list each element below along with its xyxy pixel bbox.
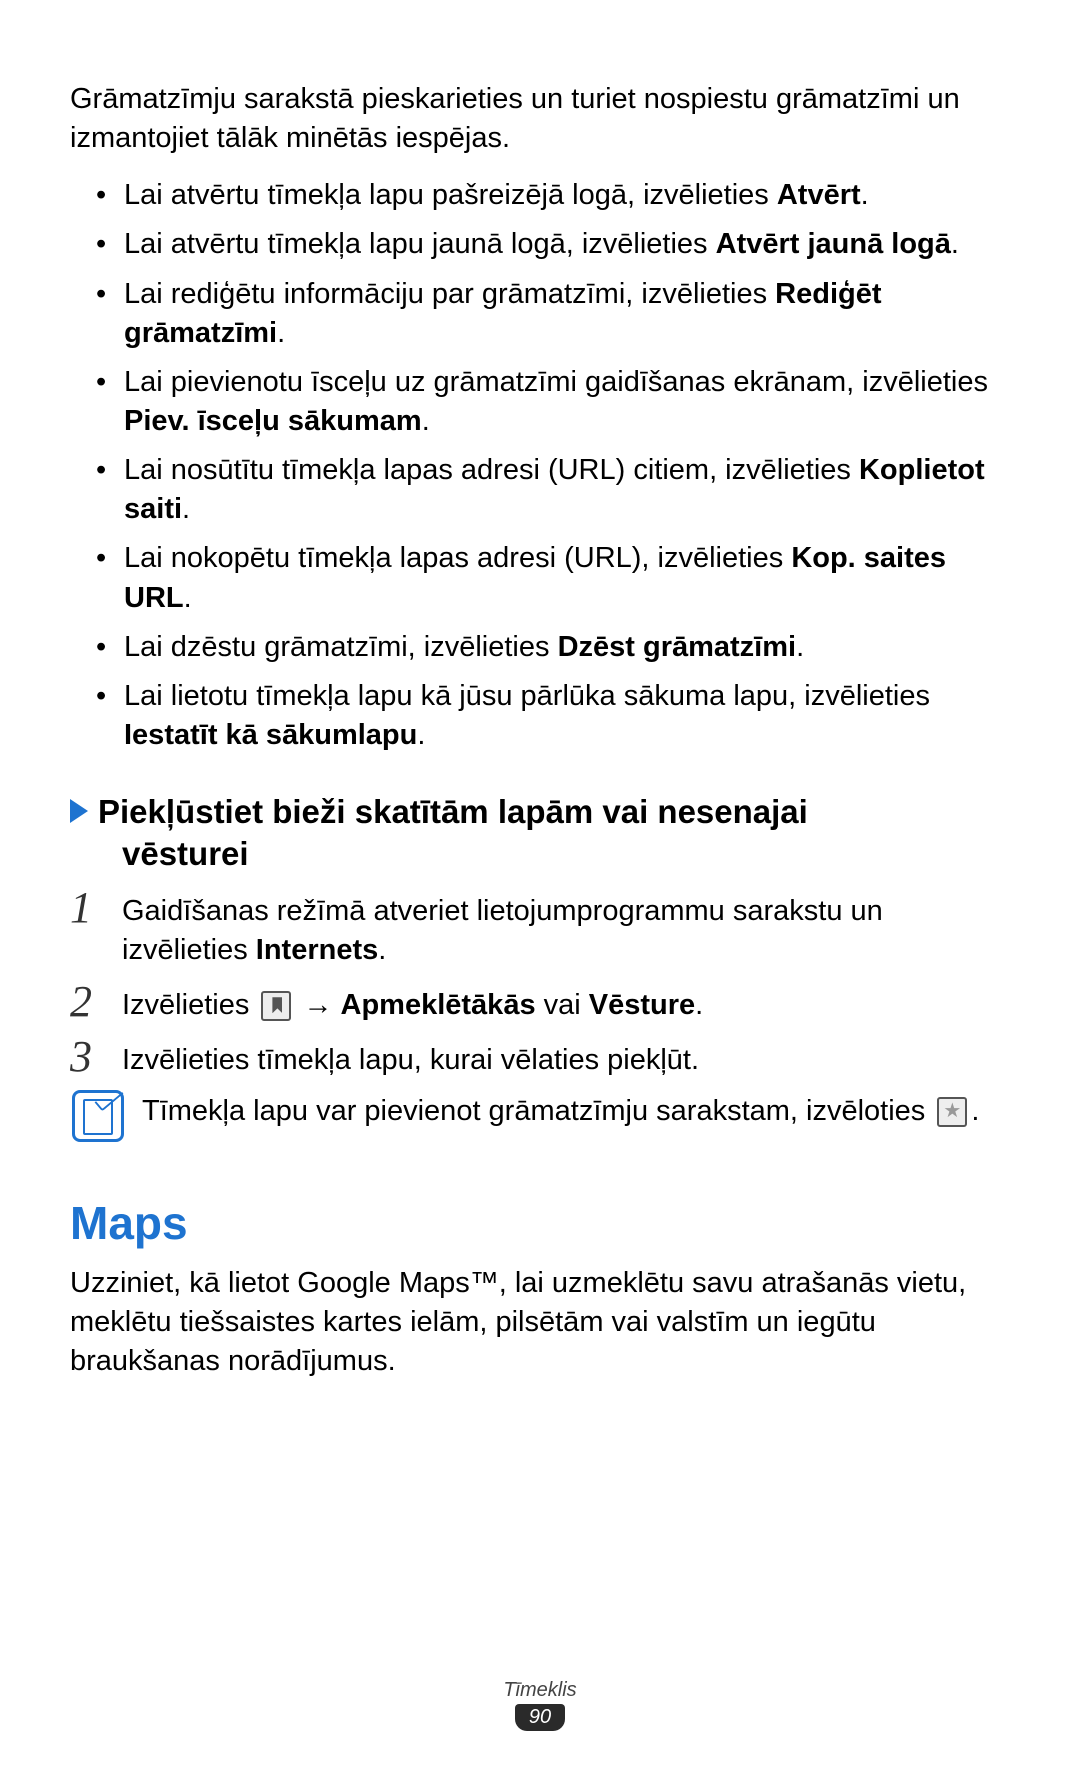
step-text: Gaidīšanas režīmā atveriet lietojumprogr… — [122, 886, 1010, 970]
page-footer: Tīmeklis 90 — [0, 1679, 1080, 1731]
page-number: 90 — [515, 1704, 565, 1731]
footer-section-label: Tīmeklis — [0, 1679, 1080, 1702]
step-number: 3 — [70, 1035, 122, 1079]
bookmark-options-list: Lai atvērtu tīmekļa lapu pašreizējā logā… — [96, 176, 1010, 755]
list-item: Lai atvērtu tīmekļa lapu pašreizējā logā… — [96, 176, 1010, 215]
step-number: 1 — [70, 886, 122, 930]
section-title-maps: Maps — [70, 1196, 1010, 1250]
maps-paragraph: Uzziniet, kā lietot Google Maps™, lai uz… — [70, 1264, 1010, 1381]
list-item: Lai pievienotu īsceļu uz grāmatzīmi gaid… — [96, 363, 1010, 441]
list-item: Lai dzēstu grāmatzīmi, izvēlieties Dzēst… — [96, 628, 1010, 667]
steps-list: 1 Gaidīšanas režīmā atveriet lietojumpro… — [70, 886, 1010, 1081]
step-text: Izvēlieties tīmekļa lapu, kurai vēlaties… — [122, 1035, 699, 1080]
list-item: Lai atvērtu tīmekļa lapu jaunā logā, izv… — [96, 225, 1010, 264]
star-icon — [937, 1097, 967, 1127]
chevron-right-icon — [70, 799, 88, 823]
list-item: Lai nosūtītu tīmekļa lapas adresi (URL) … — [96, 451, 1010, 529]
list-item: Lai nokopētu tīmekļa lapas adresi (URL),… — [96, 539, 1010, 617]
subheading: Piekļūstiet bieži skatītām lapām vai nes… — [70, 791, 1010, 875]
step-number: 2 — [70, 980, 122, 1024]
note-icon — [72, 1090, 124, 1142]
step-item: 1 Gaidīšanas režīmā atveriet lietojumpro… — [70, 886, 1010, 970]
list-item: Lai lietotu tīmekļa lapu kā jūsu pārlūka… — [96, 677, 1010, 755]
note-text: Tīmekļa lapu var pievienot grāmatzīmju s… — [142, 1090, 979, 1131]
list-item: Lai rediģētu informāciju par grāmatzīmi,… — [96, 275, 1010, 353]
note-block: Tīmekļa lapu var pievienot grāmatzīmju s… — [72, 1090, 1010, 1142]
intro-paragraph: Grāmatzīmju sarakstā pieskarieties un tu… — [70, 80, 1010, 158]
step-item: 3 Izvēlieties tīmekļa lapu, kurai vēlati… — [70, 1035, 1010, 1080]
step-item: 2 Izvēlieties → Apmeklētākās vai Vēsture… — [70, 980, 1010, 1025]
step-text: Izvēlieties → Apmeklētākās vai Vēsture. — [122, 980, 703, 1025]
bookmark-icon — [261, 991, 291, 1021]
